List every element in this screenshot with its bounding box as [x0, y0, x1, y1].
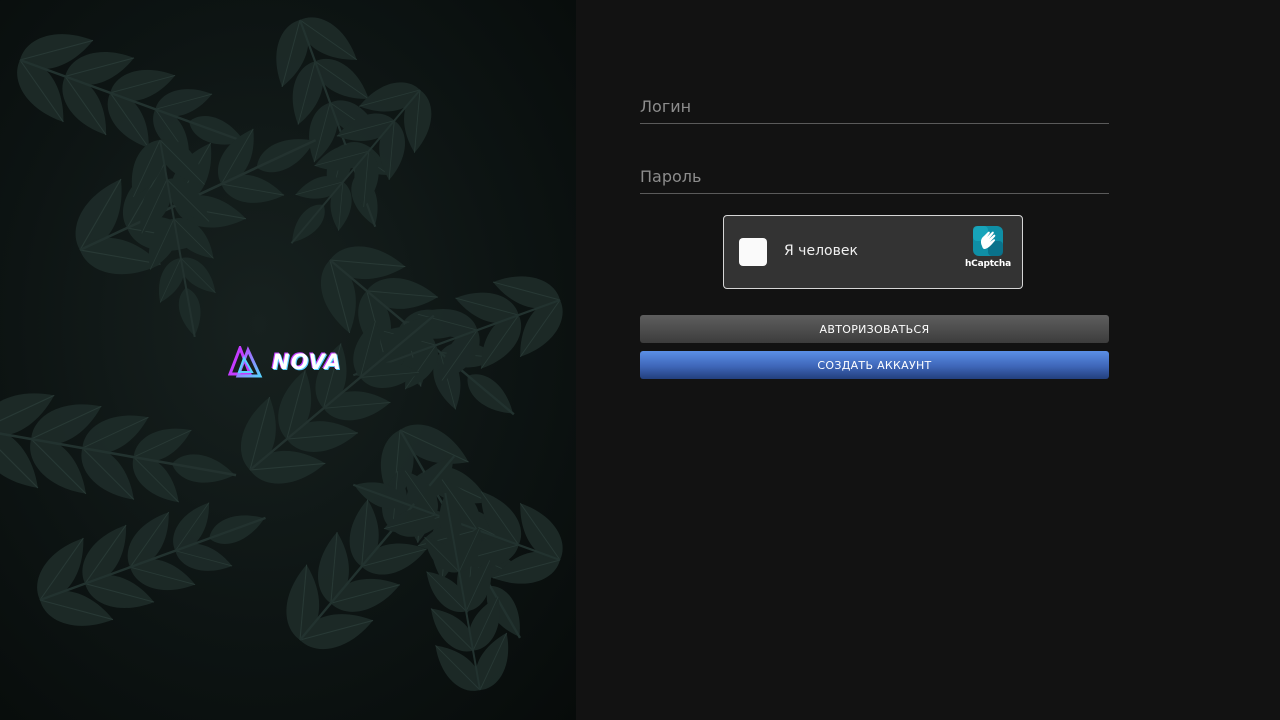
hcaptcha-logo[interactable]: hCaptcha	[964, 224, 1012, 269]
nova-triangle-icon	[228, 346, 263, 378]
captcha-checkbox[interactable]	[739, 238, 767, 266]
password-input[interactable]	[640, 159, 1109, 193]
hcaptcha-hand-icon	[973, 226, 1003, 256]
login-page: NOVA Я человек hCaptcha АВТОРИЗОВАТЬ	[0, 0, 1280, 720]
login-input[interactable]	[640, 89, 1109, 123]
captcha-label: Я человек	[784, 243, 858, 259]
password-field	[640, 159, 1109, 194]
login-form-panel: Я человек hCaptcha АВТОРИЗОВАТЬСЯ СОЗДАТ…	[576, 0, 1280, 720]
login-field	[640, 89, 1109, 124]
nova-logo-text: NOVA	[272, 350, 342, 374]
nova-logo: NOVA	[228, 346, 342, 378]
background-leaves-image: NOVA	[0, 0, 576, 720]
hcaptcha-widget: Я человек hCaptcha	[723, 215, 1023, 289]
hcaptcha-brand-text: hCaptcha	[964, 259, 1012, 269]
login-button[interactable]: АВТОРИЗОВАТЬСЯ	[640, 315, 1109, 343]
create-account-button[interactable]: СОЗДАТЬ АККАУНТ	[640, 351, 1109, 379]
